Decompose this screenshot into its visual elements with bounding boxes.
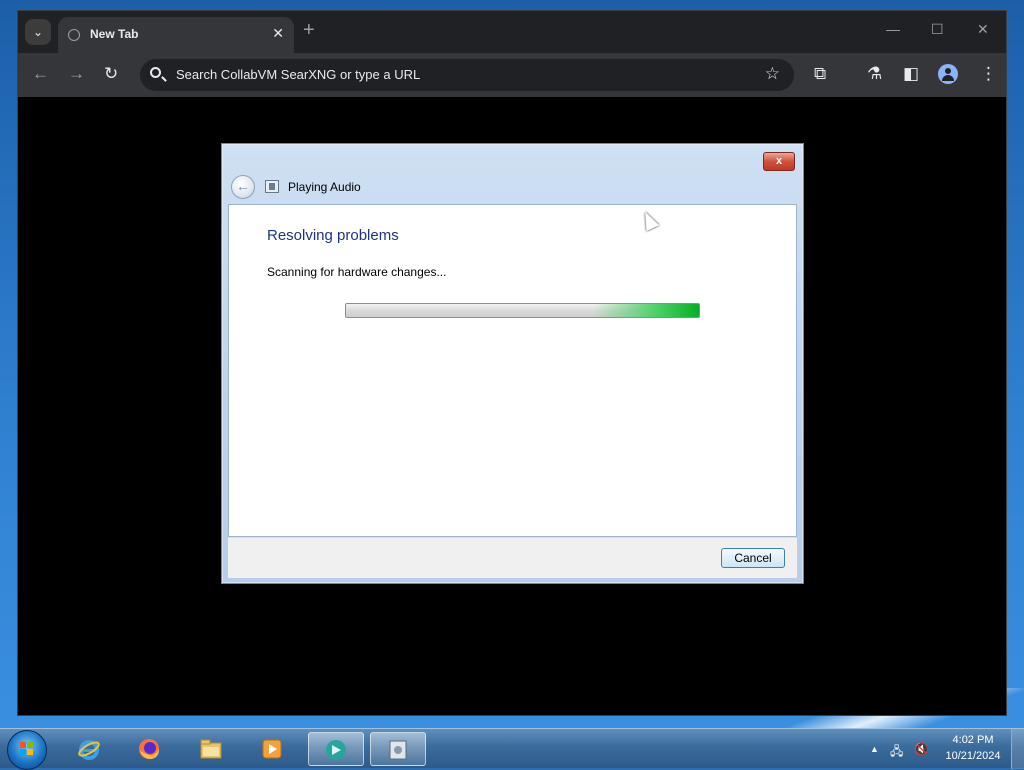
minimize-icon[interactable]: — <box>886 21 900 37</box>
new-tab-button[interactable]: + <box>303 20 315 40</box>
tab-search-icon[interactable]: ⌄ <box>25 19 51 45</box>
dialog-body: Resolving problems Scanning for hardware… <box>228 204 797 537</box>
show-hidden-icons[interactable]: ▲ <box>870 744 879 754</box>
status-text: Scanning for hardware changes... <box>267 265 447 279</box>
dialog-title: Playing Audio <box>288 180 361 194</box>
show-desktop-button[interactable] <box>1011 729 1024 769</box>
tab-close-icon[interactable]: ✕ <box>272 25 284 42</box>
taskbar-firefox[interactable] <box>122 732 178 766</box>
profile-icon[interactable] <box>938 64 958 84</box>
forward-icon[interactable]: → <box>68 65 85 83</box>
back-arrow-icon[interactable]: ← <box>231 175 255 199</box>
page-heading: Resolving problems <box>267 227 399 244</box>
reload-icon[interactable]: ↻ <box>104 65 118 83</box>
maximize-icon[interactable]: ☐ <box>931 21 944 38</box>
progress-fill <box>593 304 699 317</box>
taskbar-collabvm-app[interactable] <box>308 732 364 766</box>
taskbar-internet-explorer[interactable] <box>62 732 118 766</box>
globe-icon <box>68 29 80 41</box>
start-button[interactable] <box>7 730 47 770</box>
side-panel-icon[interactable]: ◧ <box>903 65 919 83</box>
folder-icon <box>200 739 222 759</box>
cancel-button[interactable]: Cancel <box>721 548 785 568</box>
tab-new-tab[interactable]: New Tab ✕ <box>58 17 294 53</box>
labs-flask-icon[interactable]: ⚗ <box>867 65 882 83</box>
windows-flag-icon <box>20 742 34 756</box>
taskbar-media-player[interactable] <box>245 732 301 766</box>
volume-muted-icon[interactable]: 🔇 <box>914 742 929 756</box>
progress-bar <box>345 303 700 318</box>
omnibox-placeholder: Search CollabVM SearXNG or type a URL <box>176 67 421 82</box>
extensions-icon[interactable]: ⧉ <box>814 65 826 83</box>
taskbar-file-explorer[interactable] <box>184 732 240 766</box>
window-close-icon[interactable]: ✕ <box>977 21 989 38</box>
tab-strip: ⌄ New Tab ✕ + — ☐ ✕ <box>18 11 1006 53</box>
dialog-close-button[interactable]: x <box>763 152 795 171</box>
taskbar-troubleshooter-window[interactable] <box>370 732 426 766</box>
dialog-footer: Cancel <box>228 537 797 578</box>
firefox-icon <box>139 739 159 759</box>
back-icon[interactable]: ← <box>32 65 49 83</box>
internet-explorer-icon <box>78 740 100 760</box>
taskbar: ▲ 🖧 🔇 4:02 PM 10/21/2024 <box>0 728 1024 770</box>
bookmark-star-icon[interactable]: ☆ <box>765 64 780 84</box>
clock-date[interactable]: 10/21/2024 <box>938 750 1008 762</box>
media-player-icon <box>262 739 282 759</box>
clock-time[interactable]: 4:02 PM <box>938 734 1008 746</box>
tab-title: New Tab <box>90 27 139 41</box>
collabvm-app-icon <box>326 740 346 760</box>
menu-dots-icon[interactable]: ⋮ <box>980 65 997 83</box>
search-icon <box>150 67 161 78</box>
troubleshooter-dialog: x ← Playing Audio Resolving problems Sca… <box>221 143 804 584</box>
omnibox[interactable]: Search CollabVM SearXNG or type a URL ☆ <box>140 59 794 91</box>
browser-toolbar: ← → ↻ Search CollabVM SearXNG or type a … <box>18 53 1006 97</box>
network-icon[interactable]: 🖧 <box>890 742 903 763</box>
troubleshooter-icon <box>265 180 279 193</box>
troubleshooter-window-icon <box>389 740 407 760</box>
